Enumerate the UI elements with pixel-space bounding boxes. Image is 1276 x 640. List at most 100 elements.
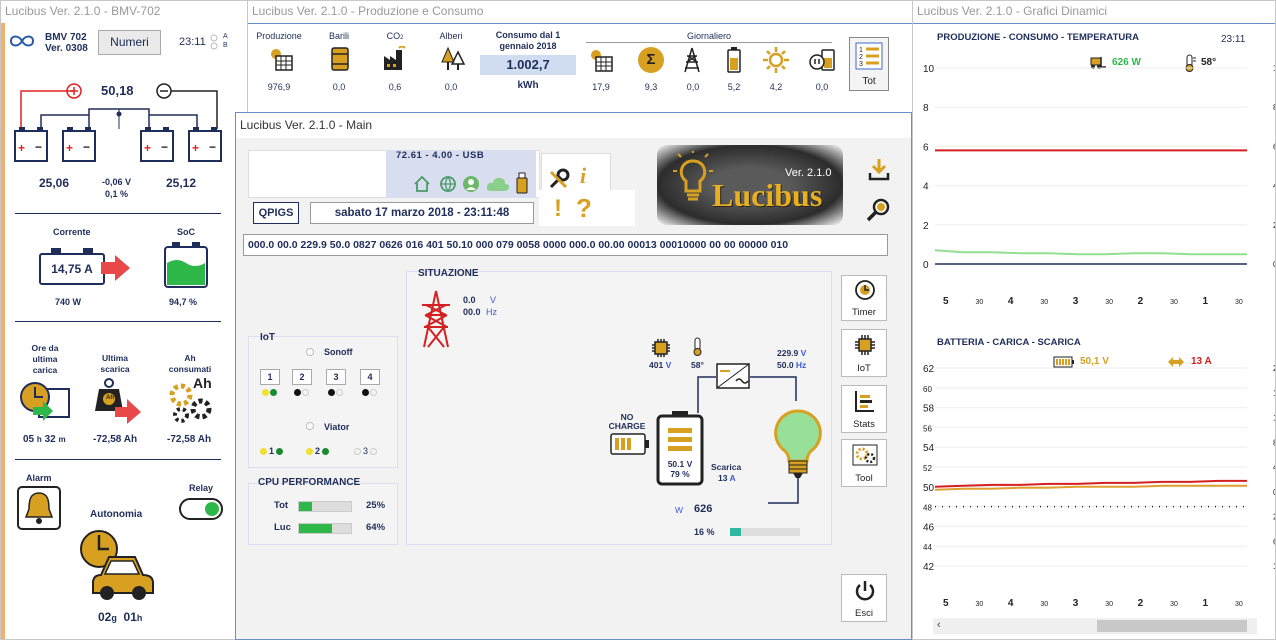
- current-display: 14,75 A: [39, 253, 105, 285]
- clock-battery-icon: [20, 382, 70, 421]
- hours-since-charge: 05 h 32 m: [23, 434, 66, 445]
- x-tick-label: 30: [1105, 601, 1113, 608]
- sonoff-channel-4[interactable]: 4: [360, 369, 380, 385]
- hours-value: 05: [23, 434, 35, 445]
- x-tick-label: 2: [1138, 598, 1144, 609]
- inverter-thermometer-icon: [693, 337, 702, 356]
- cpu-panel: [248, 483, 398, 545]
- horizontal-scrollbar[interactable]: ‹: [933, 618, 1257, 634]
- svg-text:+: +: [144, 141, 151, 155]
- status-dot: [362, 389, 369, 396]
- tool-button[interactable]: Tool: [841, 439, 887, 487]
- y-tick-label: 4: [923, 182, 929, 193]
- tool-label: Tool: [855, 473, 873, 484]
- load-bar: [730, 528, 800, 536]
- scroll-left-icon[interactable]: ‹: [937, 619, 941, 631]
- chart1-title: PRODUZIONE - CONSUMO - TEMPERATURA: [937, 32, 1139, 43]
- x-tick-label: 4: [1008, 296, 1014, 307]
- cpu-tot-bar-fill: [299, 502, 312, 511]
- status-dot: [270, 389, 277, 396]
- production-window: Lucibus Ver. 2.1.0 - Produzione e Consum…: [247, 0, 913, 115]
- wrench-screwdriver-icon[interactable]: [548, 168, 572, 190]
- tot-button[interactable]: 123 Tot: [849, 37, 889, 91]
- load-bulb-icon: [774, 409, 822, 478]
- daily-solar-icon: [591, 50, 613, 72]
- production-window-title: Lucibus Ver. 2.1.0 - Produzione e Consum…: [248, 1, 912, 23]
- y-tick-label: 52: [923, 464, 932, 473]
- sonoff-radio[interactable]: [306, 348, 314, 356]
- scroll-thumb[interactable]: [1097, 620, 1247, 632]
- autonomy-label: Autonomia: [90, 509, 143, 520]
- timer-label: Timer: [852, 307, 876, 318]
- timer-button[interactable]: Timer: [841, 275, 887, 321]
- grid-frequency: 00.0: [463, 307, 481, 317]
- output-voltage: 229.9 V: [777, 348, 806, 358]
- barrels-col-label: Barili: [328, 31, 349, 41]
- x-tick-label: 30: [1170, 299, 1178, 306]
- bus-voltage: 401 V: [649, 360, 671, 370]
- consumption-unit: kWh: [517, 80, 539, 91]
- alarm-bell-icon[interactable]: [16, 485, 62, 531]
- exit-button[interactable]: Esci: [841, 574, 887, 622]
- bmv-window: Lucibus Ver. 2.1.0 - BMV-702 BMV 702 Ver…: [0, 0, 248, 640]
- bmv-model: BMV 702: [45, 32, 87, 43]
- info-icon[interactable]: i: [580, 163, 586, 189]
- relay-toggle[interactable]: [179, 498, 223, 520]
- stats-button[interactable]: Stats: [841, 385, 887, 433]
- cloud-icon: [486, 177, 510, 191]
- load-bar-fill: [730, 528, 742, 536]
- bmv-time: 23:11: [179, 36, 206, 48]
- cpu-tot-value: 25%: [366, 500, 386, 511]
- magnifier-icon[interactable]: [865, 197, 891, 223]
- last-charge-label: Ore da ultima carica: [31, 343, 59, 375]
- discharge-current-value: 13: [718, 473, 728, 483]
- y-tick-label: 46: [923, 522, 935, 533]
- chart1-plot: 1086420100806040200530430330230130: [923, 64, 1275, 307]
- series-line-1: [934, 249, 1247, 256]
- viator-channel-3: 3: [363, 446, 369, 456]
- output-frequency-value: 50.0: [777, 360, 794, 370]
- numbers-button[interactable]: Numeri: [98, 30, 161, 55]
- minutes-value: 32: [44, 434, 56, 445]
- viator-channel-1: 1: [269, 446, 275, 456]
- cpu-luc-value: 64%: [366, 522, 386, 533]
- question-icon[interactable]: ?: [576, 193, 592, 224]
- svg-text:1: 1: [859, 47, 863, 54]
- x-tick-label: 30: [975, 601, 983, 608]
- daily-value: 0,0: [815, 82, 829, 92]
- right-bank-voltage: 25,12: [166, 176, 197, 190]
- viator-radio[interactable]: [306, 422, 314, 430]
- current-value: 14,75 A: [51, 262, 93, 276]
- autonomy-car-icon: [80, 530, 154, 600]
- qpigs-button[interactable]: QPIGS: [253, 202, 299, 224]
- main-window: Lucibus Ver. 2.1.0 - Main 72.61 - 4.00 -…: [235, 112, 912, 640]
- download-icon[interactable]: [868, 157, 890, 181]
- situation-label: SITUAZIONE: [418, 268, 479, 279]
- discharge-current: 13 A: [718, 473, 736, 483]
- relay-toggle-knob: [205, 502, 219, 516]
- raw-data-line: 000.0 00.0 229.9 50.0 0827 0626 016 401 …: [243, 234, 888, 256]
- iot-button[interactable]: IoT: [841, 329, 887, 377]
- viator-label: Viator: [324, 422, 350, 432]
- sonoff-channel-3[interactable]: 3: [326, 369, 346, 385]
- x-tick-label: 5: [943, 296, 949, 307]
- svg-text:−: −: [83, 140, 90, 154]
- pylon-icon: [684, 47, 700, 73]
- x-tick-label: 5: [943, 598, 949, 609]
- cpu-tot-label: Tot: [274, 500, 289, 511]
- sonoff-channel-1[interactable]: 1: [260, 369, 280, 385]
- midpoint-voltage: -0,06 V: [102, 177, 132, 187]
- y-tick-label: 8: [923, 103, 929, 114]
- status-dot: [354, 448, 361, 455]
- exclamation-icon[interactable]: !: [554, 195, 562, 223]
- x-tick-label: 1: [1203, 598, 1209, 609]
- divider: [15, 459, 221, 460]
- y-tick-label: 0: [923, 260, 929, 271]
- svg-text:3: 3: [859, 61, 863, 68]
- sonoff-channel-2[interactable]: 2: [292, 369, 312, 385]
- daily-value: 5,2: [727, 82, 741, 92]
- status-dot: [322, 448, 329, 455]
- svg-text:2: 2: [859, 54, 863, 61]
- exit-label: Esci: [855, 608, 873, 619]
- y-tick-label: 48: [923, 504, 932, 513]
